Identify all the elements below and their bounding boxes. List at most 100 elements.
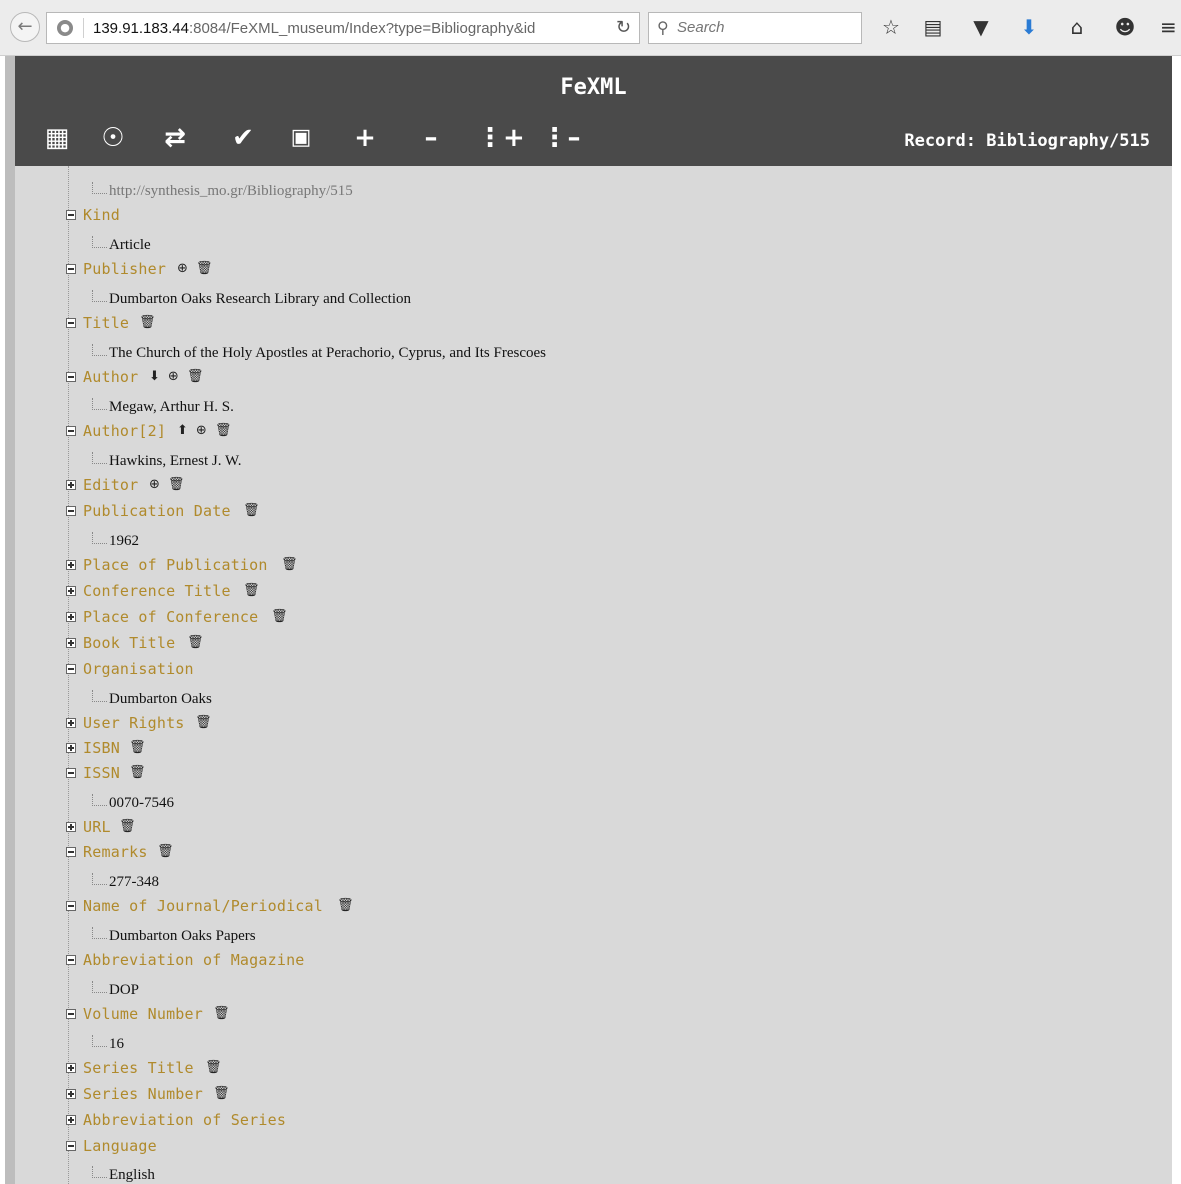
collapse-toggle[interactable]: [66, 264, 76, 274]
node-label[interactable]: Remarks: [83, 843, 148, 861]
collapse-toggle[interactable]: [66, 955, 76, 965]
node-value[interactable]: Dumbarton Oaks Papers: [109, 928, 256, 945]
node-value[interactable]: 16: [109, 1036, 124, 1053]
address-bar[interactable]: ● 139.91.183.44:8084/FeXML_museum/Index?…: [46, 12, 640, 44]
add-sibling-icon[interactable]: ⊕: [149, 477, 160, 492]
node-value[interactable]: English: [109, 1167, 155, 1184]
trash-icon[interactable]: 🗑: [129, 740, 146, 755]
table-icon[interactable]: ▣: [281, 122, 321, 154]
node-label[interactable]: Publisher: [83, 260, 166, 278]
node-label[interactable]: Editor: [83, 476, 138, 494]
trash-icon[interactable]: 🗑: [139, 315, 156, 330]
node-label[interactable]: URL: [83, 818, 111, 836]
node-label[interactable]: Organisation: [83, 660, 194, 678]
node-value[interactable]: The Church of the Holy Apostles at Perac…: [109, 345, 546, 362]
trash-icon[interactable]: 🗑: [271, 609, 288, 624]
trash-icon[interactable]: 🗑: [196, 261, 213, 276]
expand-toggle[interactable]: [66, 718, 76, 728]
search-input[interactable]: [677, 19, 857, 36]
download-icon[interactable]: ⬇: [1015, 16, 1043, 38]
add-sibling-icon[interactable]: ⊕: [168, 369, 179, 384]
node-label[interactable]: Abbreviation of Series: [83, 1111, 286, 1129]
collapse-toggle[interactable]: [66, 372, 76, 382]
record-uri[interactable]: http://synthesis_mo.gr/Bibliography/515: [109, 183, 353, 200]
trash-icon[interactable]: 🗑: [337, 898, 354, 913]
trash-icon[interactable]: 🗑: [205, 1060, 222, 1075]
expand-toggle[interactable]: [66, 743, 76, 753]
expand-all-icon[interactable]: ⋮+: [477, 122, 525, 154]
collapse-toggle[interactable]: [66, 506, 76, 516]
save-icon[interactable]: ▦: [37, 122, 77, 154]
trash-icon[interactable]: 🗑: [187, 635, 204, 650]
collapse-toggle[interactable]: [66, 210, 76, 220]
reload-icon[interactable]: ↻: [616, 17, 631, 38]
trash-icon[interactable]: 🗑: [243, 583, 260, 598]
expand-toggle[interactable]: [66, 1115, 76, 1125]
collapse-toggle[interactable]: [66, 1141, 76, 1151]
node-label[interactable]: Kind: [83, 206, 120, 224]
compare-icon[interactable]: ⇄: [155, 122, 195, 154]
preview-eye-icon[interactable]: ☉: [93, 122, 133, 154]
expand-toggle[interactable]: [66, 560, 76, 570]
node-label[interactable]: Publication Date: [83, 502, 231, 520]
search-box[interactable]: ⚲: [648, 12, 862, 44]
collapse-toggle[interactable]: [66, 768, 76, 778]
node-label[interactable]: Title: [83, 314, 129, 332]
back-button[interactable]: ←: [10, 12, 40, 42]
collapse-toggle[interactable]: [66, 1009, 76, 1019]
chat-icon[interactable]: ☻: [1111, 16, 1139, 38]
move-up-icon[interactable]: ⬆: [177, 423, 188, 438]
node-label[interactable]: Language: [83, 1137, 157, 1155]
trash-icon[interactable]: 🗑: [119, 819, 136, 834]
remove-element-icon[interactable]: –: [411, 122, 451, 154]
node-label[interactable]: Place of Publication: [83, 556, 268, 574]
trash-icon[interactable]: 🗑: [215, 423, 232, 438]
add-sibling-icon[interactable]: ⊕: [177, 261, 188, 276]
menu-icon[interactable]: ≡: [1160, 16, 1177, 38]
trash-icon[interactable]: 🗑: [281, 557, 298, 572]
node-value[interactable]: 277-348: [109, 874, 159, 891]
expand-toggle[interactable]: [66, 822, 76, 832]
node-label[interactable]: Volume Number: [83, 1005, 203, 1023]
home-icon[interactable]: ⌂: [1063, 16, 1091, 38]
node-label[interactable]: User Rights: [83, 714, 185, 732]
bookmark-star-icon[interactable]: ☆: [877, 16, 905, 38]
collapse-toggle[interactable]: [66, 901, 76, 911]
node-label[interactable]: Author: [83, 368, 138, 386]
node-label[interactable]: ISSN: [83, 764, 120, 782]
expand-toggle[interactable]: [66, 1063, 76, 1073]
expand-toggle[interactable]: [66, 480, 76, 490]
node-value[interactable]: Hawkins, Ernest J. W.: [109, 453, 242, 470]
node-label[interactable]: ISBN: [83, 739, 120, 757]
expand-toggle[interactable]: [66, 586, 76, 596]
trash-icon[interactable]: 🗑: [195, 715, 212, 730]
node-value[interactable]: Megaw, Arthur H. S.: [109, 399, 234, 416]
node-label[interactable]: Series Number: [83, 1085, 203, 1103]
trash-icon[interactable]: 🗑: [213, 1006, 230, 1021]
collapse-toggle[interactable]: [66, 426, 76, 436]
trash-icon[interactable]: 🗑: [129, 765, 146, 780]
node-value[interactable]: DOP: [109, 982, 139, 999]
node-label[interactable]: Book Title: [83, 634, 175, 652]
collapse-toggle[interactable]: [66, 847, 76, 857]
add-sibling-icon[interactable]: ⊕: [196, 423, 207, 438]
trash-icon[interactable]: 🗑: [187, 369, 204, 384]
trash-icon[interactable]: 🗑: [213, 1086, 230, 1101]
expand-toggle[interactable]: [66, 612, 76, 622]
node-value[interactable]: Dumbarton Oaks Research Library and Coll…: [109, 291, 411, 308]
node-label[interactable]: Author[2]: [83, 422, 166, 440]
expand-toggle[interactable]: [66, 638, 76, 648]
pocket-icon[interactable]: ▼: [967, 16, 995, 38]
expand-toggle[interactable]: [66, 1089, 76, 1099]
node-value[interactable]: Article: [109, 237, 151, 254]
validate-check-icon[interactable]: ✔: [223, 122, 263, 154]
node-label[interactable]: Conference Title: [83, 582, 231, 600]
node-label[interactable]: Place of Conference: [83, 608, 258, 626]
collapse-toggle[interactable]: [66, 318, 76, 328]
url-text[interactable]: 139.91.183.44:8084/FeXML_museum/Index?ty…: [93, 20, 535, 37]
collapse-all-icon[interactable]: ⋮–: [541, 122, 581, 154]
collapse-toggle[interactable]: [66, 664, 76, 674]
add-element-icon[interactable]: +: [345, 122, 385, 154]
trash-icon[interactable]: 🗑: [157, 844, 174, 859]
node-label[interactable]: Series Title: [83, 1059, 194, 1077]
